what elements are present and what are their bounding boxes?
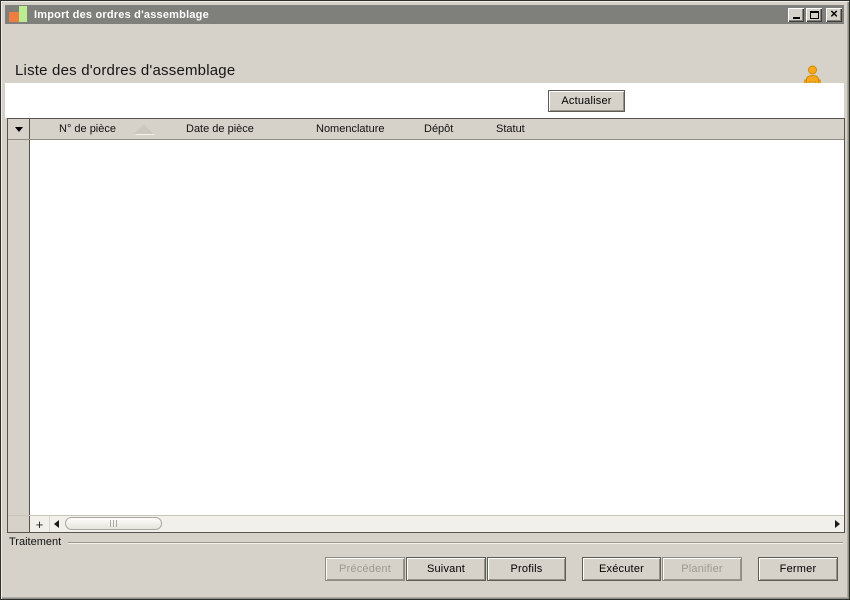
close-dialog-button[interactable]: Fermer (758, 557, 838, 581)
minimize-button[interactable] (788, 7, 804, 22)
dialog-window: Import des ordres d'assemblage × Liste d… (0, 0, 850, 600)
traitement-group-label: Traitement (9, 536, 66, 548)
page-header: Liste des d'ordres d'assemblage (5, 24, 844, 89)
grid-header-row: N° de pièce Date de pièce Nomenclature D… (8, 119, 844, 140)
orders-grid: N° de pièce Date de pièce Nomenclature D… (7, 118, 845, 533)
close-icon: × (830, 6, 838, 21)
page-title: Liste des d'ordres d'assemblage (15, 62, 236, 79)
app-icon (8, 6, 29, 23)
column-header-piece-number[interactable]: N° de pièce (59, 123, 116, 135)
column-header-piece-date[interactable]: Date de pièce (186, 123, 254, 135)
scroll-right-button[interactable] (831, 516, 844, 532)
toolbar: Actualiser (5, 83, 844, 118)
arrow-right-icon (835, 520, 840, 528)
grid-body-empty[interactable] (8, 140, 844, 515)
minimize-icon (792, 17, 800, 19)
maximize-icon (809, 10, 819, 19)
grid-footer: + (8, 515, 844, 532)
traitement-group-line (68, 542, 843, 544)
schedule-button[interactable]: Planifier (662, 557, 742, 581)
scroll-left-button[interactable] (50, 516, 63, 532)
titlebar[interactable]: Import des ordres d'assemblage × (5, 5, 844, 24)
column-header-statut[interactable]: Statut (496, 123, 525, 135)
column-header-nomenclature[interactable]: Nomenclature (316, 123, 384, 135)
app-icon-green-bar (19, 6, 27, 22)
scrollbar-thumb[interactable] (65, 517, 162, 530)
previous-button[interactable]: Précédent (325, 557, 405, 581)
close-button[interactable]: × (826, 6, 842, 22)
horizontal-scrollbar[interactable] (50, 516, 844, 532)
app-icon-orange-bar (9, 12, 19, 22)
arrow-left-icon (54, 520, 59, 528)
scrollbar-grip-icon (109, 520, 118, 527)
maximize-button[interactable] (806, 7, 822, 22)
grid-footer-stub (8, 516, 30, 532)
execute-button[interactable]: Exécuter (582, 557, 661, 581)
row-selector-dropdown[interactable] (8, 119, 30, 139)
refresh-button[interactable]: Actualiser (548, 90, 625, 112)
column-header-depot[interactable]: Dépôt (424, 123, 453, 135)
next-button[interactable]: Suivant (406, 557, 486, 581)
add-row-button[interactable]: + (30, 516, 50, 532)
chevron-down-icon (14, 126, 23, 132)
row-selector-column (8, 140, 30, 515)
scrollbar-track[interactable] (63, 516, 831, 532)
sort-ascending-icon (134, 124, 154, 134)
profiles-button[interactable]: Profils (487, 557, 566, 581)
window-title: Import des ordres d'assemblage (34, 8, 209, 21)
